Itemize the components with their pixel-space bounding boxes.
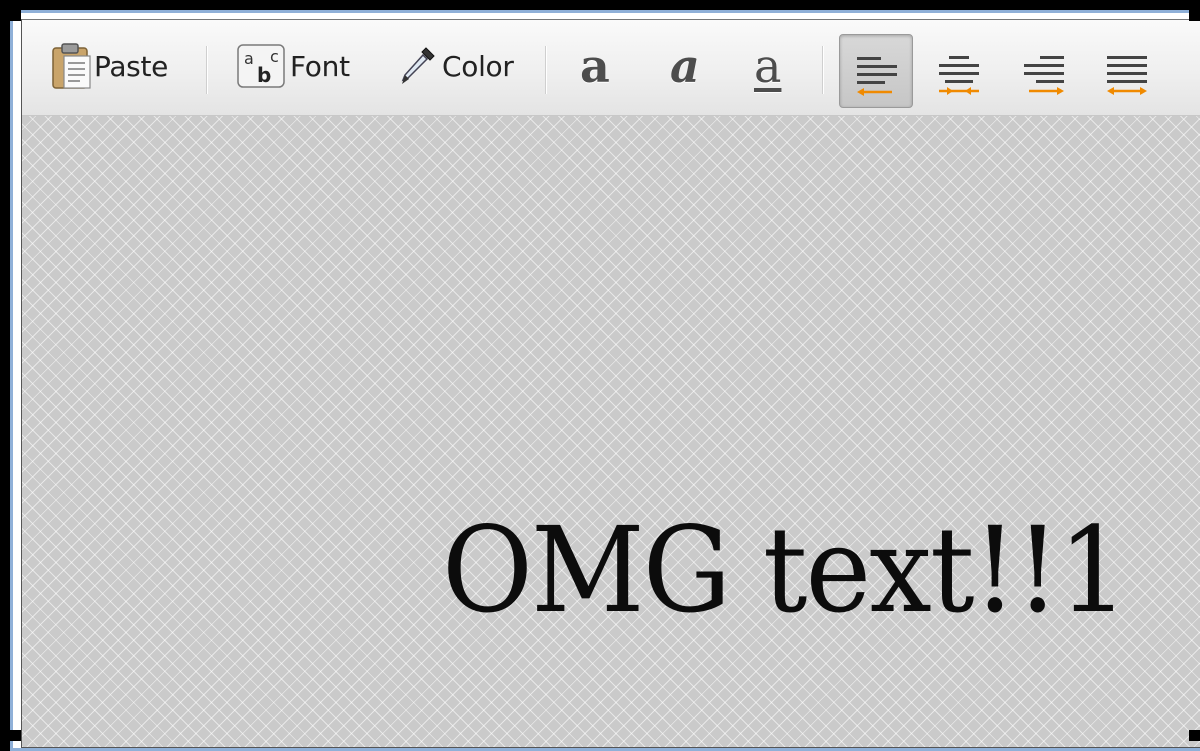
align-right-button[interactable] (1007, 34, 1081, 108)
resize-handle-bottom-left[interactable] (10, 730, 21, 741)
eyedropper-icon (401, 47, 435, 84)
resize-handle-top-right[interactable] (1189, 10, 1200, 21)
resize-handle-top-left[interactable] (10, 10, 21, 21)
underline-icon[interactable]: a (754, 40, 781, 92)
editor-panel: Paste a b c Font Color a a a OMG text!!1 (21, 19, 1200, 748)
font-icon-letter-b: b (257, 63, 271, 87)
align-left-icon (857, 57, 897, 96)
font-icon-letter-a: a (244, 49, 254, 68)
italic-icon[interactable]: a (670, 40, 700, 92)
color-button[interactable]: Color (396, 44, 514, 88)
align-center-button[interactable] (922, 34, 996, 108)
text-canvas[interactable]: OMG text!!1 (22, 116, 1200, 747)
align-center-icon (939, 56, 979, 95)
color-label: Color (442, 49, 514, 83)
canvas-text[interactable]: OMG text!!1 (442, 501, 1129, 639)
align-right-icon (1024, 56, 1064, 95)
toolbar-separator (206, 46, 208, 94)
align-left-button[interactable] (839, 34, 913, 108)
font-icon-letter-c: c (270, 47, 279, 66)
justify-icon (1107, 56, 1147, 95)
paste-button[interactable]: Paste (50, 43, 169, 89)
clipboard-icon (52, 43, 91, 89)
toolbar-separator (545, 46, 547, 94)
formatting-toolbar: Paste a b c Font Color a a a (22, 20, 1200, 116)
paste-label: Paste (94, 49, 169, 83)
bold-icon[interactable]: a (580, 40, 610, 92)
resize-handle-bottom-right[interactable] (1189, 730, 1200, 741)
font-label: Font (290, 49, 350, 83)
toolbar-separator (822, 46, 824, 94)
font-button[interactable]: a b c Font (236, 44, 350, 88)
font-abc-icon: a b c (237, 44, 285, 88)
text-editor-window: Paste a b c Font Color a a a OMG text!!1 (10, 10, 1200, 751)
justify-button[interactable] (1090, 34, 1164, 108)
